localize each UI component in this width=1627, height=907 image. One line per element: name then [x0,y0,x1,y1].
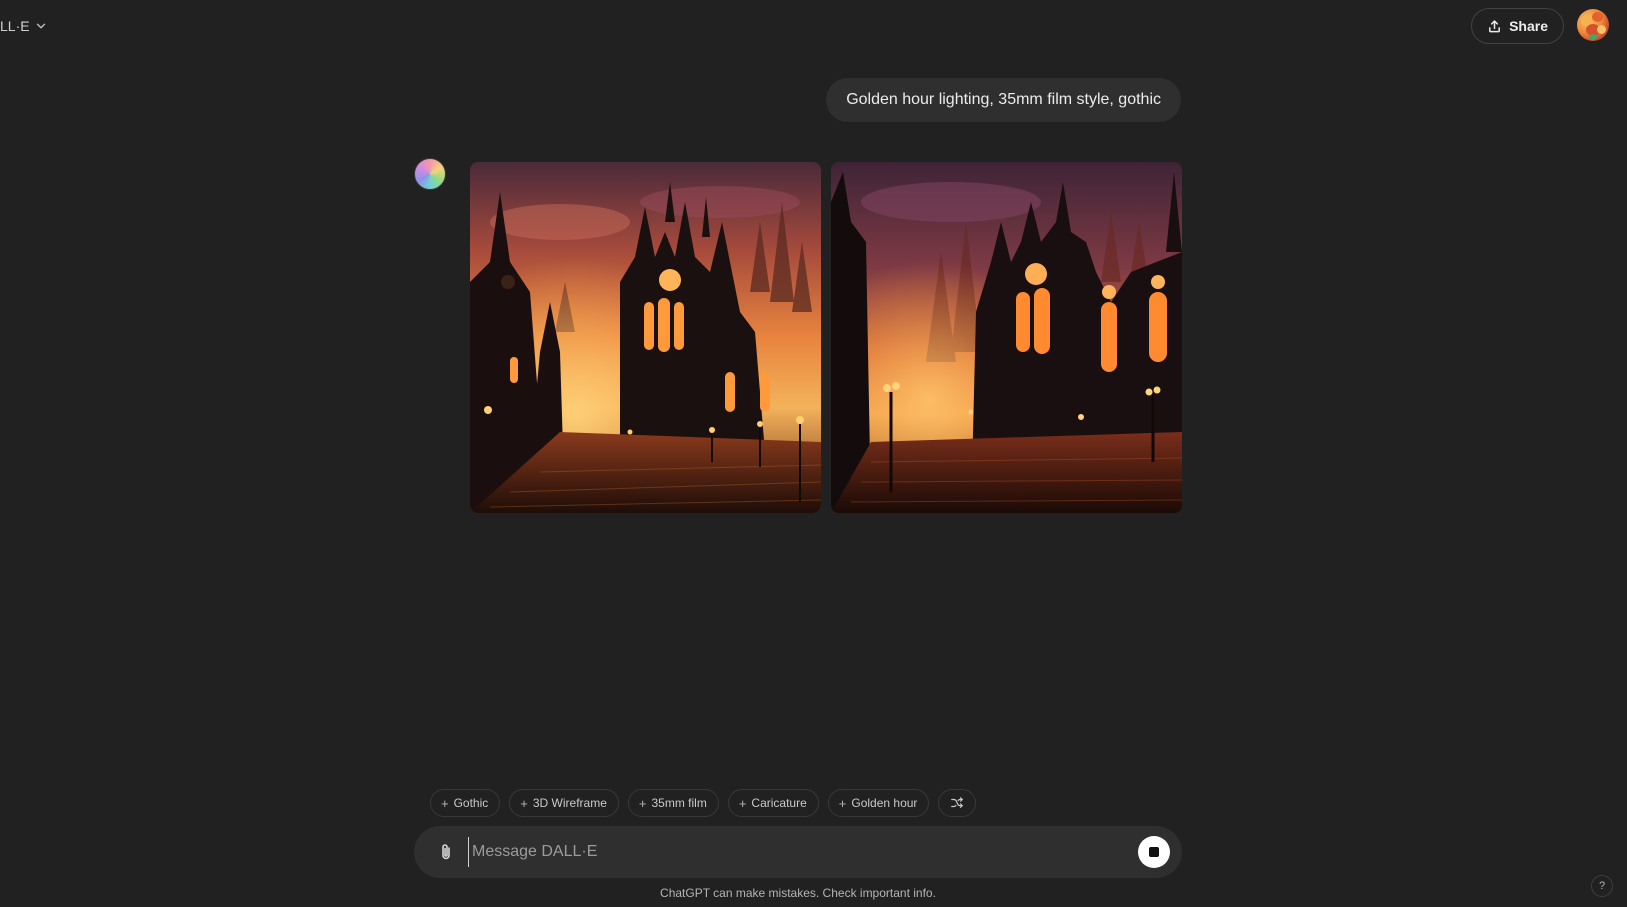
suggestion-label: Golden hour [851,796,918,810]
suggestion-label: 3D Wireframe [532,796,607,810]
suggestion-label: Caricature [751,796,807,810]
generated-image-1[interactable] [470,162,821,513]
suggestion-chip-3d-wireframe[interactable]: + 3D Wireframe [509,789,619,817]
chevron-down-icon [36,23,45,29]
plus-icon: + [441,795,449,811]
message-composer [414,826,1182,878]
suggestion-chip-35mm-film[interactable]: + 35mm film [627,789,719,817]
attach-button[interactable] [434,840,458,864]
plus-icon: + [638,795,647,811]
model-name: LL·E [0,18,30,34]
help-button[interactable]: ? [1591,875,1613,897]
suggestion-chip-gothic[interactable]: + Gothic [430,789,501,817]
suggestion-label: 35mm film [651,796,707,810]
shuffle-button[interactable] [938,789,977,817]
suggestion-label: Gothic [453,796,489,810]
dalle-avatar-icon [414,158,446,190]
user-message-text: Golden hour lighting, 35mm film style, g… [846,91,1161,108]
suggestion-chips: + Gothic + 3D Wireframe + 35mm film + Ca… [430,789,977,817]
shuffle-icon [951,797,964,808]
share-button[interactable]: Share [1471,8,1564,44]
message-input[interactable] [468,837,1138,867]
plus-icon: + [520,795,528,811]
suggestion-chip-golden-hour[interactable]: + Golden hour [827,789,930,817]
plus-icon: + [838,795,847,811]
disclaimer-text: ChatGPT can make mistakes. Check importa… [660,886,936,900]
stop-square-icon [1149,847,1159,857]
stop-generating-button[interactable] [1138,836,1170,868]
plus-icon: + [738,795,747,811]
user-message-bubble: Golden hour lighting, 35mm film style, g… [826,78,1181,122]
generated-image-grid [470,162,1182,513]
user-avatar[interactable] [1577,9,1609,41]
model-switcher[interactable]: LL·E [0,14,48,38]
generated-image-2[interactable] [831,162,1182,513]
share-upload-icon [1489,19,1501,32]
share-label: Share [1509,18,1548,34]
suggestion-chip-caricature[interactable]: + Caricature [727,789,819,817]
paperclip-icon [442,844,450,860]
